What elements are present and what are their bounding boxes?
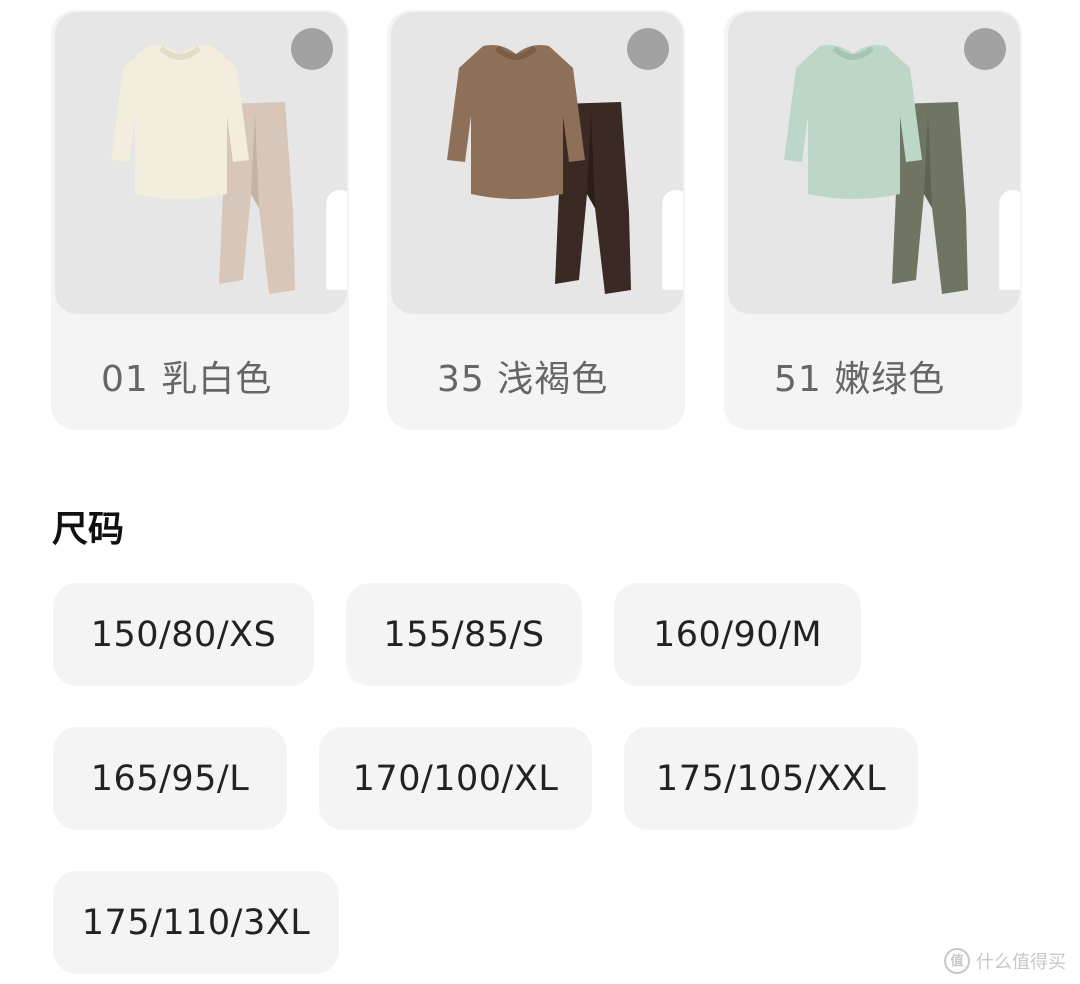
expand-icon (999, 189, 1020, 290)
size-option-170-100-xl[interactable]: 170/100/XL (319, 727, 592, 830)
color-label: 51 嫩绿色 (774, 359, 946, 400)
size-option-175-110-3xl[interactable]: 175/110/3XL (53, 871, 339, 974)
watermark-logo-icon: 值 (944, 948, 970, 974)
color-label: 01 乳白色 (101, 359, 273, 400)
size-option-175-105-xxl[interactable]: 175/105/XXL (624, 727, 918, 830)
watermark-text: 什么值得买 (976, 952, 1066, 973)
expand-image-button[interactable] (964, 28, 1020, 290)
product-image (55, 12, 347, 314)
size-option-165-95-l[interactable]: 165/95/L (53, 727, 287, 830)
size-option-155-85-s[interactable]: 155/85/S (346, 583, 582, 686)
watermark: 值 什么值得买 (944, 948, 1066, 974)
color-option-card[interactable]: 51 嫩绿色 (724, 10, 1022, 430)
product-image (728, 12, 1020, 314)
expand-icon (662, 189, 683, 290)
expand-icon (326, 189, 347, 290)
expand-image-button[interactable] (291, 28, 347, 290)
expand-image-button[interactable] (627, 28, 683, 290)
color-option-card[interactable]: 35 浅褐色 (387, 10, 685, 430)
product-image (391, 12, 683, 314)
color-label: 35 浅褐色 (437, 359, 609, 400)
size-section-title: 尺码 (52, 509, 125, 550)
size-option-160-90-m[interactable]: 160/90/M (614, 583, 861, 686)
size-option-150-80-xs[interactable]: 150/80/XS (53, 583, 314, 686)
color-option-card[interactable]: 01 乳白色 (51, 10, 349, 430)
